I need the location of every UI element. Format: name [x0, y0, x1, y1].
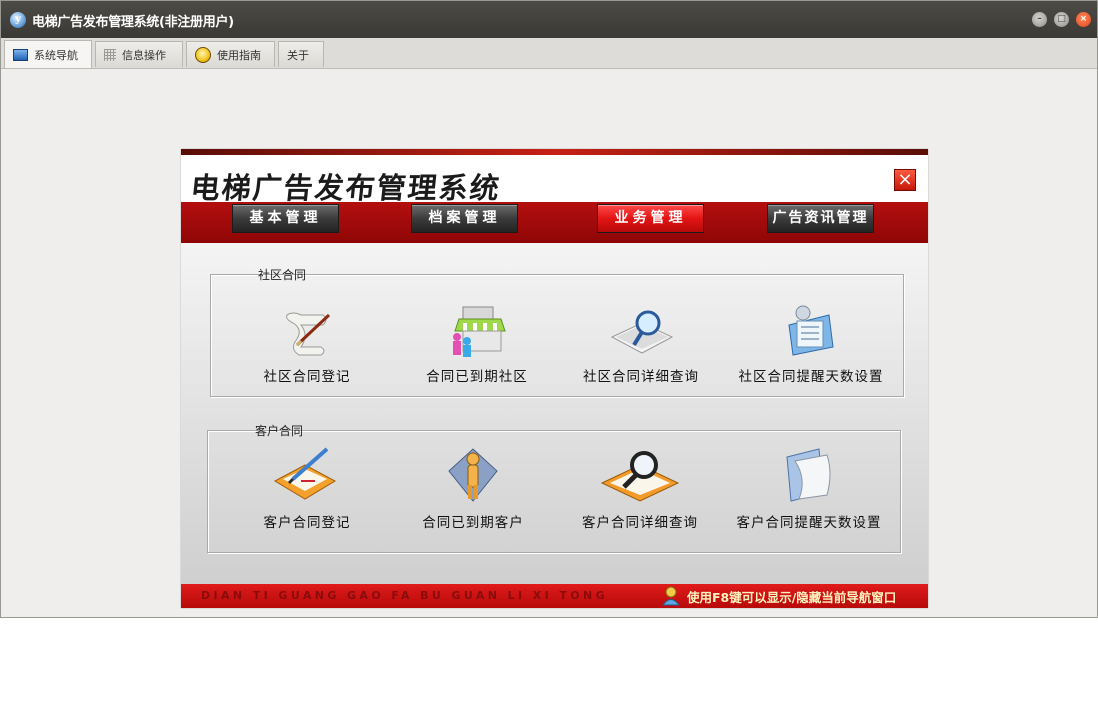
panel-close-button[interactable]: ×	[894, 169, 916, 191]
group-label: 客户合同	[250, 422, 309, 439]
customer-contract-group: 客户合同 客户合同登记 合同已到期客户 客户合同详细查询 客户合同提醒天数设置	[207, 422, 901, 553]
community-contract-reminder-settings[interactable]: 社区合同提醒天数设置	[728, 303, 894, 385]
item-label: 社区合同登记	[263, 369, 351, 385]
magnifier-book-icon	[600, 451, 680, 502]
person-icon	[448, 448, 498, 502]
group-label: 社区合同	[253, 266, 312, 283]
panel-header: 电梯广告发布管理系统 ×	[181, 155, 928, 205]
pencil-document-icon	[273, 447, 337, 500]
app-window: y 电梯广告发布管理系统(非注册用户) – □ × 系统导航 信息操作 使用指南…	[0, 0, 1098, 618]
storefront-people-icon	[453, 306, 506, 357]
expired-customer-contracts[interactable]: 合同已到期客户	[393, 443, 553, 531]
bulb-icon	[195, 46, 211, 63]
item-label: 合同已到期社区	[426, 369, 528, 385]
panel-title: 电梯广告发布管理系统	[189, 171, 503, 205]
panel-footer: DIAN TI GUANG GAO FA BU GUAN LI XI TONG …	[181, 584, 928, 608]
user-tip-icon	[662, 586, 680, 606]
community-contract-register[interactable]: 社区合同登记	[227, 303, 387, 385]
customer-contract-reminder-settings[interactable]: 客户合同提醒天数设置	[726, 443, 892, 531]
customer-contract-register[interactable]: 客户合同登记	[227, 443, 387, 531]
footer-pinyin: DIAN TI GUANG GAO FA BU GUAN LI XI TONG	[201, 589, 609, 602]
community-contract-detail-query[interactable]: 社区合同详细查询	[561, 303, 721, 385]
item-label: 合同已到期客户	[422, 515, 524, 531]
minimize-button[interactable]: –	[1032, 12, 1047, 27]
nav-basic-management[interactable]: 基本管理	[232, 204, 339, 233]
footer-tip: 使用F8键可以显示/隐藏当前导航窗口	[687, 590, 897, 605]
close-window-button[interactable]: ×	[1076, 12, 1091, 27]
app-icon: y	[10, 12, 26, 28]
navigation-panel: 电梯广告发布管理系统 × 基本管理 档案管理 业务管理 广告资讯管理 社区合同 …	[181, 149, 928, 608]
customer-contract-detail-query[interactable]: 客户合同详细查询	[560, 443, 720, 531]
tab-about[interactable]: 关于	[278, 41, 324, 67]
monitor-icon	[13, 48, 28, 61]
item-label: 客户合同提醒天数设置	[736, 515, 882, 531]
nav-archive-management[interactable]: 档案管理	[411, 204, 518, 233]
maximize-button[interactable]: □	[1054, 12, 1069, 27]
nav-business-management[interactable]: 业务管理	[597, 204, 704, 233]
tab-label: 使用指南	[217, 48, 261, 62]
item-label: 社区合同详细查询	[583, 369, 699, 385]
clipboard-settings-icon	[788, 305, 834, 356]
window-title: 电梯广告发布管理系统(非注册用户)	[32, 15, 234, 30]
paper-curl-icon	[786, 448, 831, 502]
grid-icon	[104, 48, 116, 61]
tab-bar: 系统导航 信息操作 使用指南 关于	[1, 38, 1097, 69]
tab-label: 信息操作	[122, 48, 166, 62]
nav-ad-news-management[interactable]: 广告资讯管理	[767, 204, 874, 233]
tab-label: 关于	[287, 48, 309, 62]
tab-info-operations[interactable]: 信息操作	[95, 41, 183, 67]
scroll-pen-icon	[286, 312, 331, 356]
tab-system-navigation[interactable]: 系统导航	[4, 40, 92, 68]
item-label: 社区合同提醒天数设置	[738, 369, 884, 385]
magnifier-document-icon	[610, 310, 674, 354]
community-contract-group: 社区合同 社区合同登记 合同已到期社区 社区合同详细查询 社区合同提醒天数设置	[210, 266, 904, 397]
title-bar[interactable]: y 电梯广告发布管理系统(非注册用户) – □ ×	[1, 1, 1097, 38]
item-label: 客户合同详细查询	[582, 515, 698, 531]
panel-body: 社区合同 社区合同登记 合同已到期社区 社区合同详细查询 社区合同提醒天数设置 …	[181, 243, 928, 584]
panel-nav-bar: 基本管理 档案管理 业务管理 广告资讯管理	[181, 202, 928, 243]
item-label: 客户合同登记	[263, 515, 351, 531]
tab-label: 系统导航	[34, 48, 78, 62]
tab-user-guide[interactable]: 使用指南	[186, 41, 275, 67]
expired-community-contracts[interactable]: 合同已到期社区	[397, 303, 557, 385]
